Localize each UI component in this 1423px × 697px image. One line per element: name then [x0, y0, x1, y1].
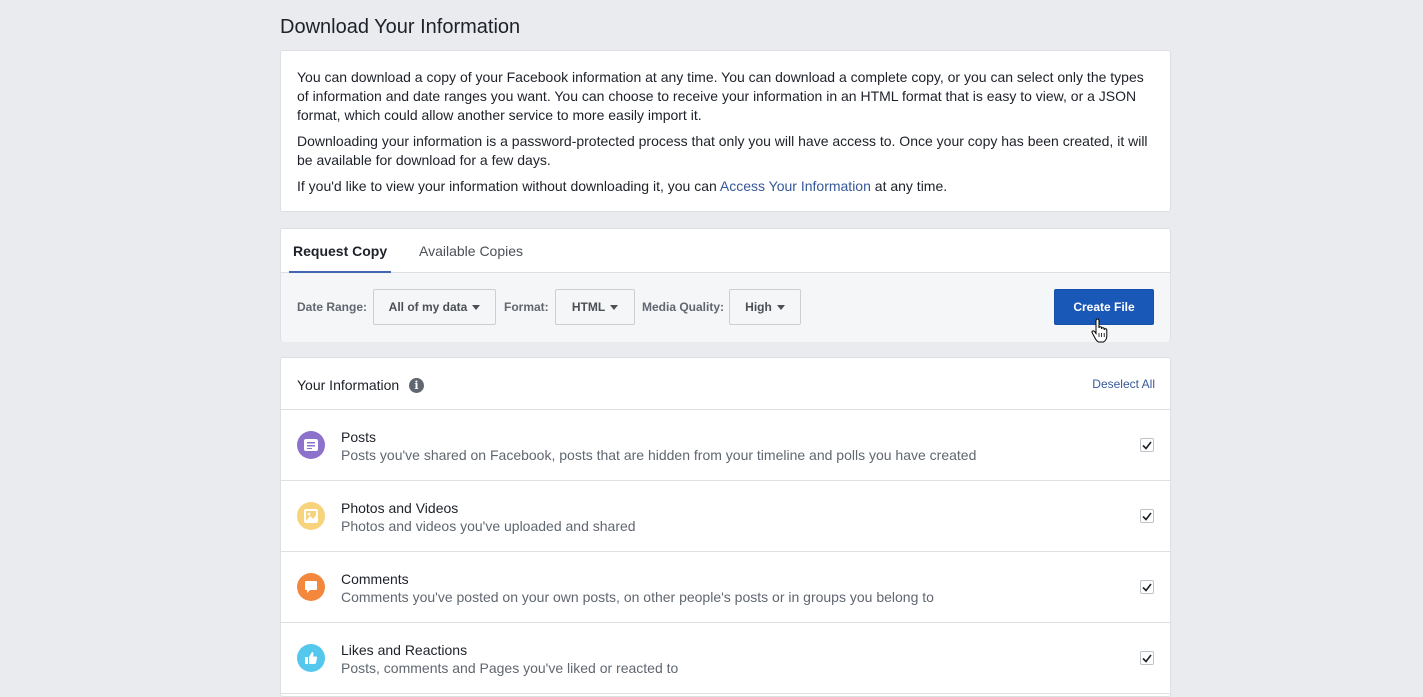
page-title: Download Your Information	[280, 16, 521, 38]
intro-text-before-link: If you'd like to view your information w…	[297, 178, 720, 194]
chevron-down-icon	[610, 304, 619, 310]
list-item[interactable]: Likes and Reactions Posts, comments and …	[281, 623, 1170, 694]
item-description: Comments you've posted on your own posts…	[341, 589, 934, 605]
list-item[interactable]: Photos and Videos Photos and videos you'…	[281, 481, 1170, 552]
info-icon[interactable]: i	[409, 378, 424, 393]
checkmark-icon	[1142, 441, 1152, 450]
checkmark-icon	[1142, 654, 1152, 663]
options-bar: Date Range: All of my data Format: HTML …	[281, 273, 1170, 342]
intro-paragraph-3: If you'd like to view your information w…	[297, 177, 1154, 196]
tab-bar: Request Copy Available Copies	[281, 229, 1170, 274]
like-icon	[297, 644, 325, 672]
item-title: Photos and Videos	[341, 500, 459, 516]
intro-paragraph-1: You can download a copy of your Facebook…	[297, 69, 1144, 123]
list-item[interactable]: Posts Posts you've shared on Facebook, p…	[281, 410, 1170, 481]
item-description: Photos and videos you've uploaded and sh…	[341, 518, 636, 534]
item-title: Likes and Reactions	[341, 642, 468, 658]
your-information-header: Your Information i Deselect All	[281, 358, 1170, 410]
item-description: Posts you've shared on Facebook, posts t…	[341, 447, 977, 463]
access-your-information-link[interactable]: Access Your Information	[720, 178, 871, 194]
your-information-card: Your Information i Deselect All Posts Po…	[280, 357, 1171, 697]
photo-icon	[297, 502, 325, 530]
chevron-down-icon	[776, 304, 785, 310]
comments-checkbox[interactable]	[1140, 580, 1154, 594]
item-description: Posts, comments and Pages you've liked o…	[341, 660, 679, 676]
format-label: Format:	[504, 300, 549, 314]
deselect-all-link[interactable]: Deselect All	[1092, 377, 1155, 391]
item-title: Posts	[341, 429, 377, 445]
tab-request-copy[interactable]: Request Copy	[288, 229, 392, 274]
date-range-value: All of my data	[388, 300, 468, 314]
format-value: HTML	[571, 300, 606, 314]
date-range-dropdown[interactable]: All of my data	[373, 289, 496, 325]
checkmark-icon	[1142, 583, 1152, 592]
intro-text-after-link: at any time.	[870, 178, 948, 194]
format-dropdown[interactable]: HTML	[555, 289, 635, 325]
posts-checkbox[interactable]	[1140, 438, 1154, 452]
request-card: Request Copy Available Copies Date Range…	[280, 228, 1171, 342]
media-quality-dropdown[interactable]: High	[729, 289, 801, 325]
chevron-down-icon	[472, 304, 481, 310]
item-title: Comments	[341, 571, 409, 587]
date-range-label: Date Range:	[297, 300, 368, 314]
intro-card: You can download a copy of your Facebook…	[280, 50, 1171, 212]
likes-reactions-checkbox[interactable]	[1140, 651, 1154, 665]
tab-available-copies[interactable]: Available Copies	[419, 229, 523, 273]
media-quality-label: Media Quality:	[642, 300, 725, 314]
your-information-title: Your Information	[297, 377, 400, 393]
list-item[interactable]: Comments Comments you've posted on your …	[281, 552, 1170, 623]
checkmark-icon	[1142, 512, 1152, 521]
posts-icon	[297, 431, 325, 459]
media-quality-value: High	[745, 300, 772, 314]
comment-icon	[297, 573, 325, 601]
photos-videos-checkbox[interactable]	[1140, 509, 1154, 523]
intro-paragraph-2: Downloading your information is a passwo…	[297, 133, 1148, 168]
hand-cursor-icon	[1091, 318, 1108, 343]
